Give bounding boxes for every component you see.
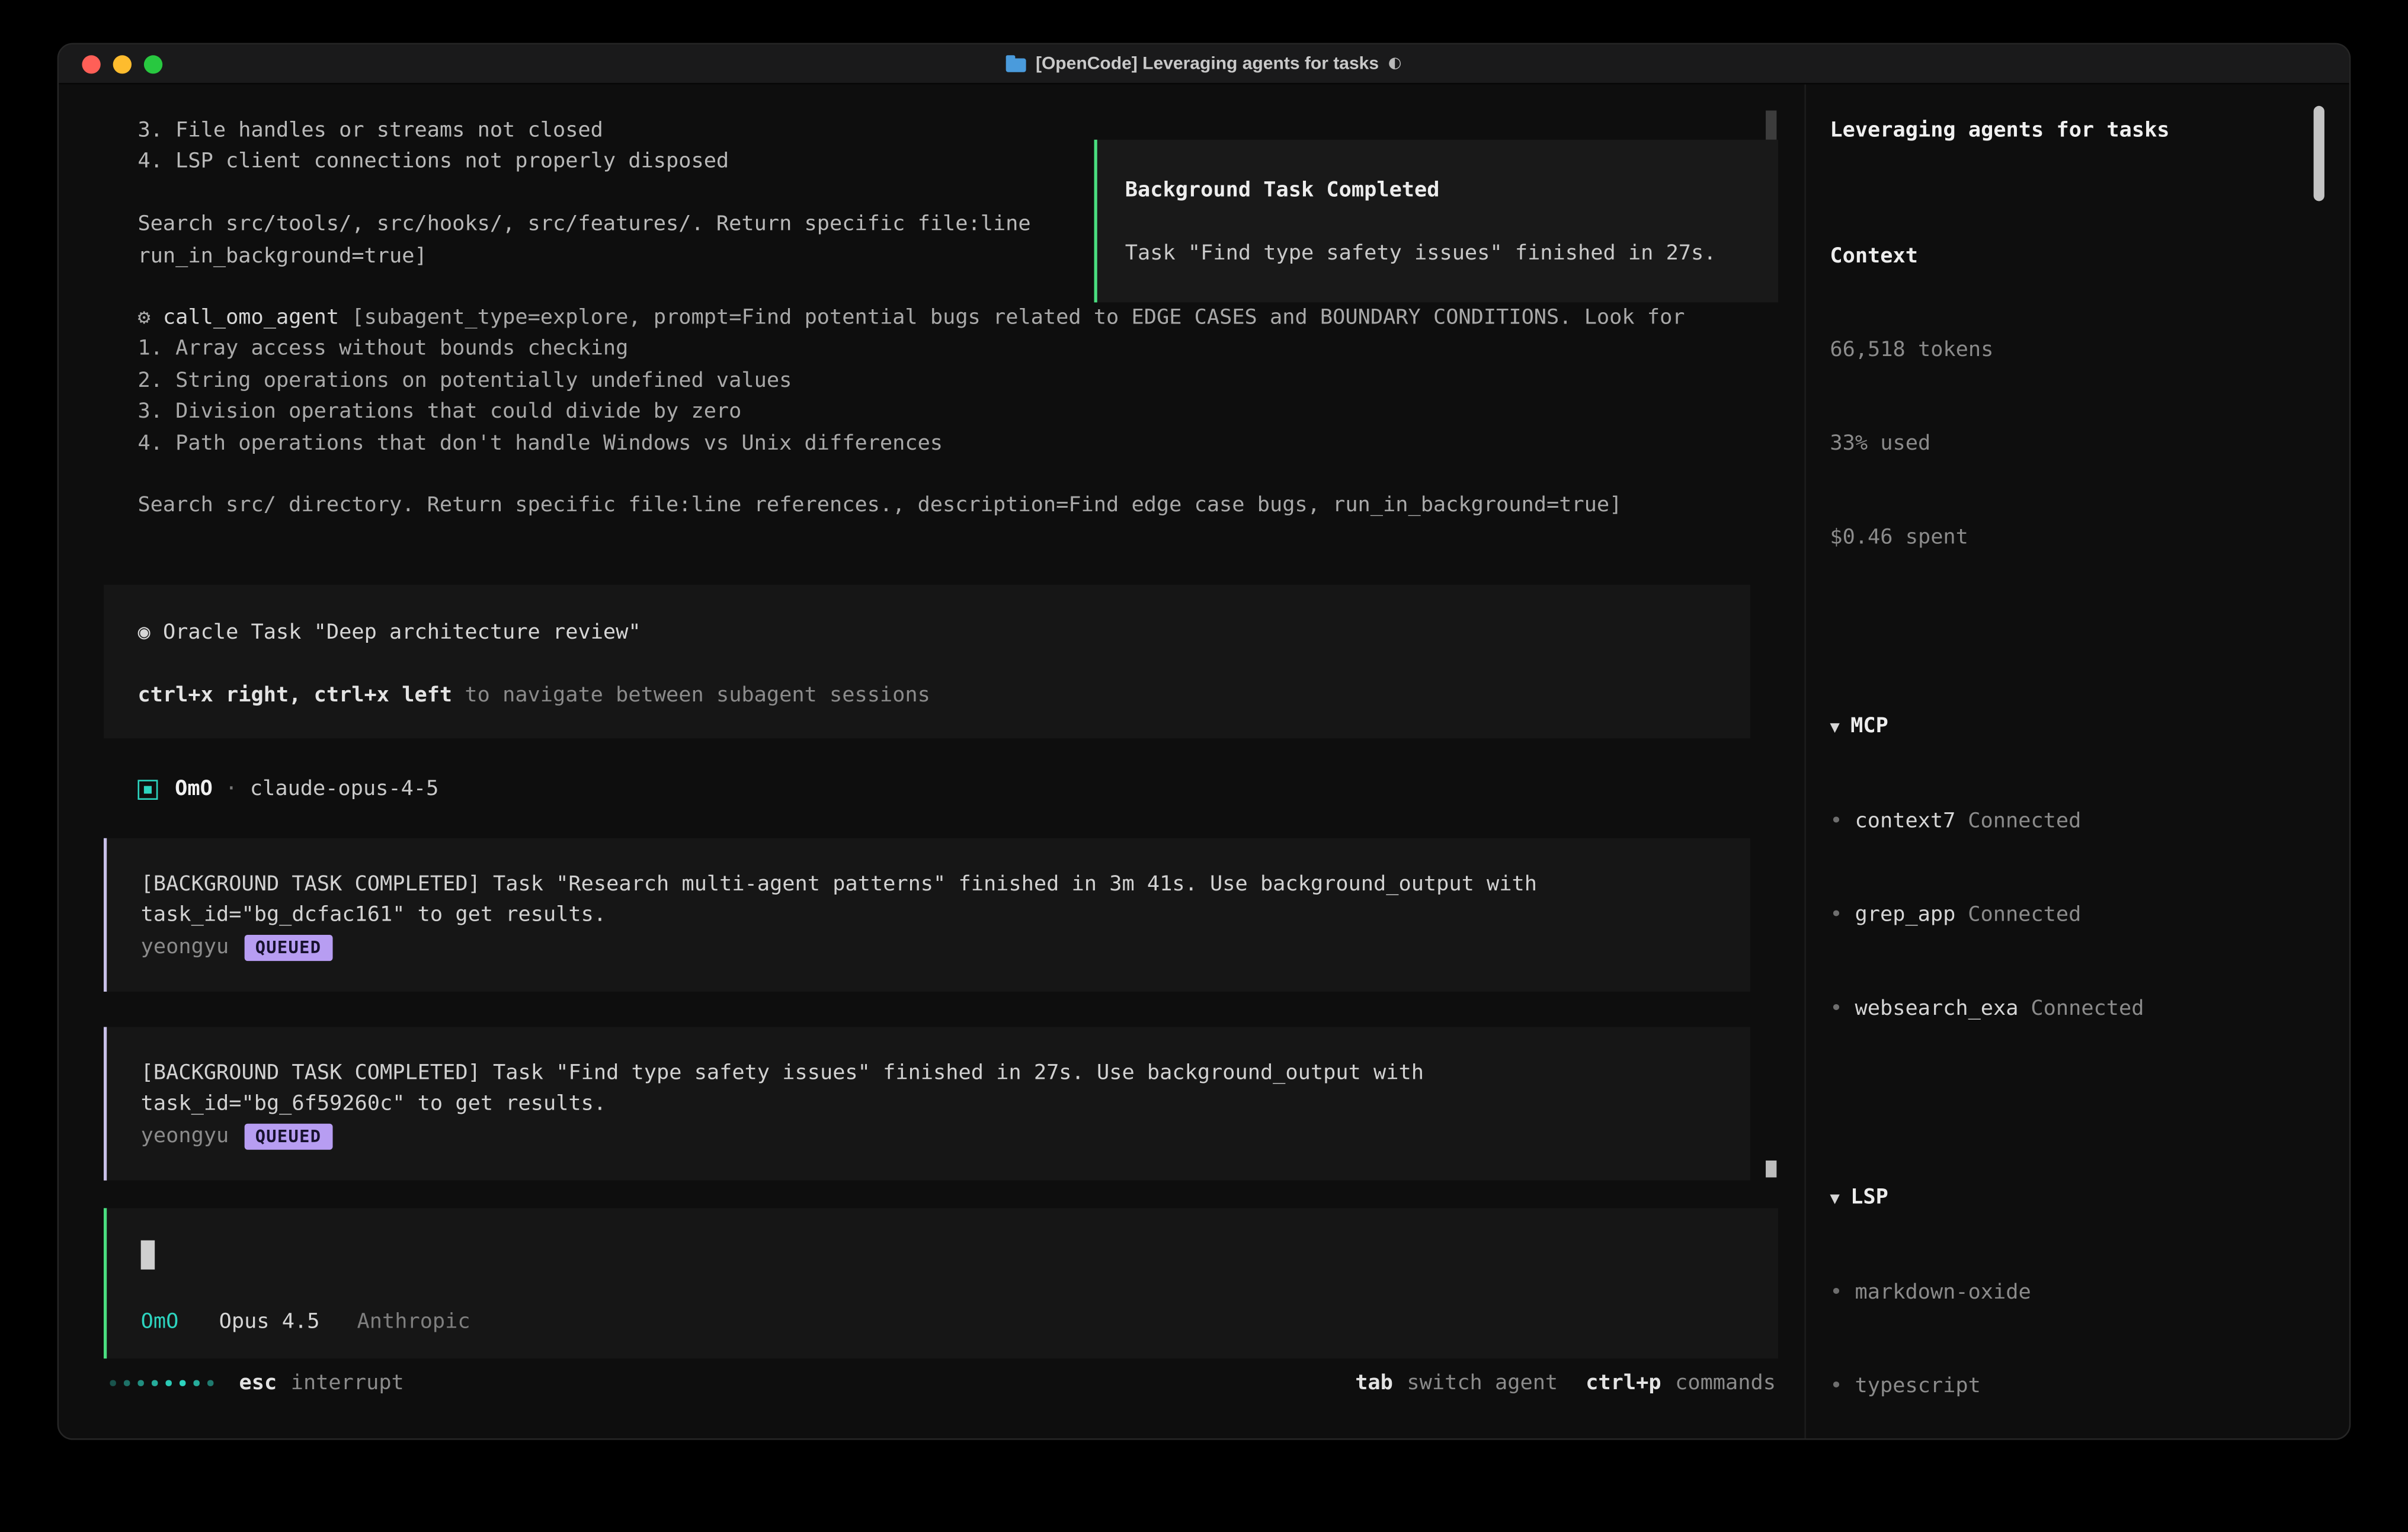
mcp-section-header[interactable]: ▼MCP (1830, 710, 2316, 743)
ctrlp-key-hint: ctrl+p (1586, 1371, 1661, 1395)
omo-agent-icon-inner (144, 785, 152, 793)
lsp-item: •markdown-oxide (1830, 1277, 2316, 1309)
oracle-icon: ◉ (137, 620, 150, 645)
bullet-icon: • (1830, 1374, 1842, 1399)
bullet-icon: • (1830, 1280, 1842, 1305)
moon-icon: ◐ (1388, 55, 1402, 72)
agent-header: OmO · claude-opus-4-5 (137, 771, 438, 807)
sidebar-content: Leveraging agents for tasks Context 66,5… (1830, 115, 2316, 1440)
text-cursor (141, 1241, 155, 1270)
bullet-icon: • (1830, 903, 1842, 927)
mcp-item: •websearch_exaConnected (1830, 993, 2316, 1025)
scrollbar-thumb[interactable] (1766, 111, 1776, 140)
context-used: 33% used (1830, 428, 2316, 460)
message-author: yeongyu (141, 1124, 229, 1148)
tool-call-name: call_omo_agent (150, 306, 339, 330)
background-task-message: [BACKGROUND TASK COMPLETED] Task "Find t… (104, 1027, 1750, 1181)
window-title: [OpenCode] Leveraging agents for tasks ◐ (59, 44, 2349, 83)
screen: [OpenCode] Leveraging agents for tasks ◐… (0, 0, 2408, 1532)
lsp-item: •typescript (1830, 1371, 2316, 1402)
mcp-item: •grep_appConnected (1830, 900, 2316, 931)
status-bar: esc interrupt tab switch agent ctrl+p co… (110, 1368, 1776, 1399)
message-meta: yeongyu QUEUED (141, 931, 1717, 963)
message-text: [BACKGROUND TASK COMPLETED] Task "Find t… (141, 1057, 1717, 1120)
lsp-section: ▼LSP •markdown-oxide •typescript •eslint (1830, 1119, 2316, 1440)
oracle-hint-text: to navigate between subagent sessions (452, 683, 930, 707)
ctrlp-key-action: commands (1675, 1371, 1776, 1395)
queued-badge: QUEUED (244, 1123, 332, 1149)
agent-model: claude-opus-4-5 (250, 777, 438, 801)
scrollbar-thumb[interactable] (1766, 1161, 1776, 1178)
background-task-toast: Background Task Completed Task "Find typ… (1094, 140, 1778, 303)
tab-key-action: switch agent (1407, 1371, 1558, 1395)
lsp-section-header[interactable]: ▼LSP (1830, 1182, 2316, 1214)
esc-key-action: interrupt (291, 1371, 404, 1395)
window-title-text: [OpenCode] Leveraging agents for tasks (1036, 55, 1379, 73)
sidebar: Leveraging agents for tasks Context 66,5… (1805, 85, 2349, 1440)
status-left: esc interrupt (110, 1371, 404, 1395)
message-author: yeongyu (141, 935, 229, 959)
agent-separator: · (225, 777, 238, 801)
spinner-icon (110, 1381, 213, 1386)
oracle-hint-keys: ctrl+x right, ctrl+x left (137, 683, 452, 707)
terminal-pane[interactable]: 3. File handles or streams not closed 4.… (59, 85, 1805, 1440)
context-tokens: 66,518 tokens (1830, 334, 2316, 366)
context-spent: $0.46 spent (1830, 523, 2316, 554)
oracle-task-title: ◉ Oracle Task "Deep architecture review" (137, 617, 1716, 649)
model-provider-label: Anthropic (357, 1309, 470, 1333)
background-task-message: [BACKGROUND TASK COMPLETED] Task "Resear… (104, 838, 1750, 992)
message-text: [BACKGROUND TASK COMPLETED] Task "Resear… (141, 869, 1717, 932)
oracle-navigation-hint: ctrl+x right, ctrl+x left to navigate be… (137, 680, 1716, 711)
prompt-input[interactable]: OmO Opus 4.5 Anthropic (104, 1208, 1778, 1358)
message-meta: yeongyu QUEUED (141, 1120, 1717, 1152)
tab-key-hint: tab (1355, 1371, 1393, 1395)
tool-call-output: ⚙ call_omo_agent [subagent_type=explore,… (137, 302, 1781, 521)
toast-title: Background Task Completed (1125, 175, 1750, 206)
sidebar-scrollbar-thumb[interactable] (2314, 106, 2324, 201)
context-section: Context 66,518 tokens 33% used $0.46 spe… (1830, 178, 2316, 616)
queued-badge: QUEUED (244, 934, 332, 960)
active-agent-label: OmO (141, 1309, 179, 1333)
mcp-item: •context7Connected (1830, 806, 2316, 837)
terminal-app-icon (1006, 58, 1026, 72)
agent-name: OmO (175, 777, 213, 801)
session-title: Leveraging agents for tasks (1830, 115, 2316, 146)
mcp-section: ▼MCP •context7Connected •grep_appConnect… (1830, 648, 2316, 1088)
omo-agent-icon (137, 779, 158, 799)
oracle-task-panel[interactable]: ◉ Oracle Task "Deep architecture review"… (104, 585, 1750, 738)
context-heading: Context (1830, 241, 2316, 272)
bullet-icon: • (1830, 997, 1842, 1021)
bullet-icon: • (1830, 809, 1842, 833)
opencode-window: [OpenCode] Leveraging agents for tasks ◐… (57, 43, 2351, 1440)
gear-icon: ⚙ (137, 306, 150, 330)
titlebar[interactable]: [OpenCode] Leveraging agents for tasks ◐ (59, 44, 2349, 84)
tool-call-args: [subagent_type=explore, prompt=Find pote… (137, 306, 1685, 518)
status-right: tab switch agent ctrl+p commands (1355, 1371, 1776, 1395)
window-content: 3. File handles or streams not closed 4.… (59, 85, 2349, 1440)
model-selector-row[interactable]: OmO Opus 4.5 Anthropic (141, 1306, 470, 1337)
collapse-triangle-icon: ▼ (1830, 718, 1840, 736)
collapse-triangle-icon: ▼ (1830, 1190, 1840, 1208)
toast-body: Task "Find type safety issues" finished … (1125, 238, 1750, 269)
esc-key-hint: esc (239, 1371, 277, 1395)
active-model-label: Opus 4.5 (219, 1309, 320, 1333)
